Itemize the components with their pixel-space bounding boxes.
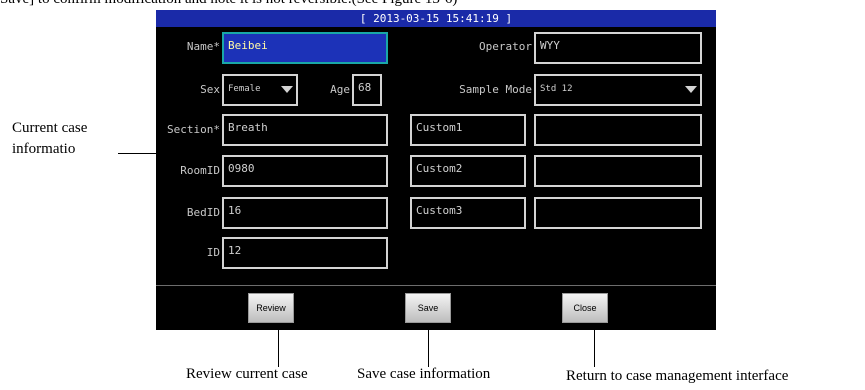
- window-title: [ 2013-03-15 15:41:19 ]: [156, 10, 716, 27]
- bedid-field[interactable]: 16: [222, 197, 388, 229]
- review-button[interactable]: Review: [248, 293, 294, 323]
- button-bar-divider: [156, 285, 716, 286]
- name-label: Name*: [186, 40, 220, 53]
- bedid-label: BedID: [186, 206, 220, 219]
- custom1-field[interactable]: [534, 114, 702, 146]
- custom2-field[interactable]: [534, 155, 702, 187]
- close-callout: Return to case management interface: [566, 368, 789, 384]
- callout-line-save: [428, 323, 429, 367]
- close-button[interactable]: Close: [562, 293, 608, 323]
- chevron-down-icon: [281, 86, 293, 93]
- sex-label: Sex: [200, 83, 220, 96]
- custom2-label-field[interactable]: Custom2: [410, 155, 526, 187]
- callout-line-close: [594, 323, 595, 367]
- review-callout: Review current case: [186, 366, 308, 382]
- custom3-field[interactable]: [534, 197, 702, 229]
- callout-line-review: [278, 323, 279, 367]
- id-label: ID: [206, 246, 220, 259]
- case-info-screen: [ 2013-03-15 15:41:19 ] Name* Beibei Sex…: [156, 10, 716, 330]
- callout-line-left: [118, 153, 158, 154]
- operator-field[interactable]: WYY: [534, 32, 702, 64]
- age-field[interactable]: 68: [352, 74, 382, 106]
- sample-mode-value: Std 12: [540, 84, 573, 94]
- operator-label: Operator: [479, 40, 532, 53]
- current-case-callout: Current case informatio: [12, 120, 88, 157]
- chevron-down-icon: [685, 86, 697, 93]
- save-button[interactable]: Save: [405, 293, 451, 323]
- sex-value: Female: [228, 84, 261, 94]
- roomid-field[interactable]: 0980: [222, 155, 388, 187]
- sample-mode-select[interactable]: Std 12: [534, 74, 702, 106]
- custom3-label-field[interactable]: Custom3: [410, 197, 526, 229]
- section-field[interactable]: Breath: [222, 114, 388, 146]
- custom1-label-field[interactable]: Custom1: [410, 114, 526, 146]
- id-field[interactable]: 12: [222, 237, 388, 269]
- sample-mode-label: Sample Mode: [459, 83, 532, 96]
- section-label: Section*: [167, 123, 220, 136]
- figure-caption-text: Save] to confirm modification and note i…: [0, 0, 457, 8]
- name-field[interactable]: Beibei: [222, 32, 388, 64]
- save-callout: Save case information: [357, 366, 491, 382]
- age-label: Age: [330, 83, 350, 96]
- roomid-label: RoomID: [180, 164, 220, 177]
- sex-select[interactable]: Female: [222, 74, 298, 106]
